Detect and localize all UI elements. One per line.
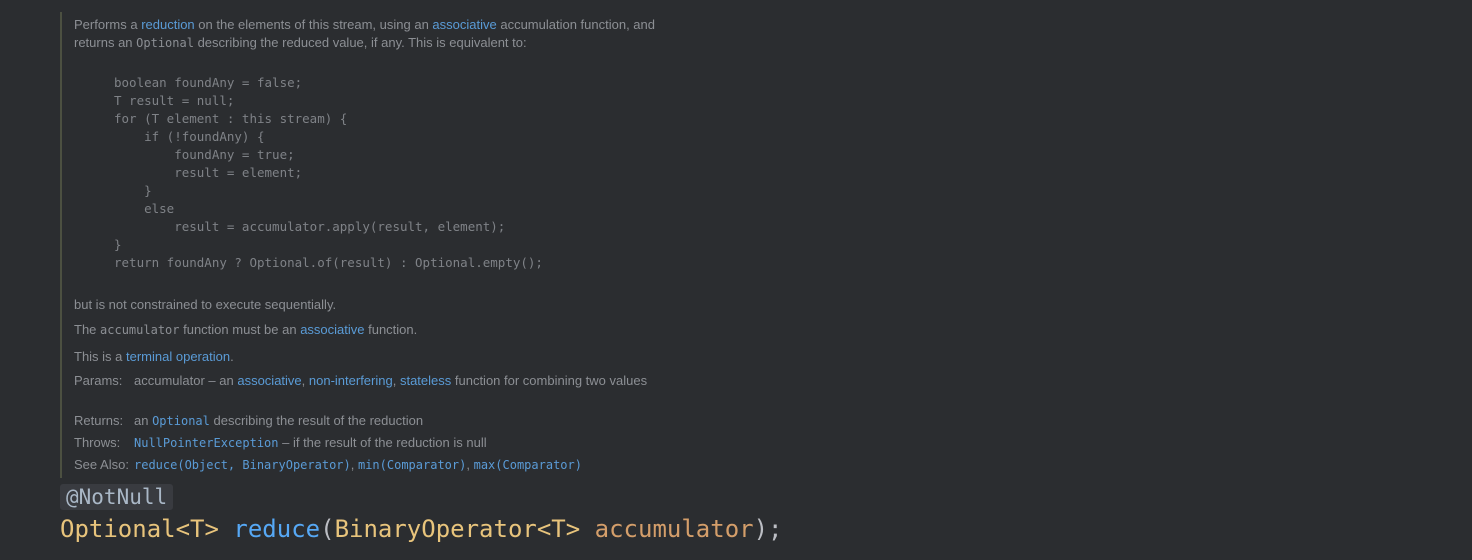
text: function for combining two values [451, 373, 648, 388]
max-comparator-link[interactable]: max(Comparator) [474, 458, 582, 472]
terminal-operation-link[interactable]: terminal operation [126, 349, 230, 364]
optional-link[interactable]: Optional [152, 414, 210, 428]
code-line: foundAny = true; [114, 147, 295, 162]
method-name[interactable]: reduce [233, 515, 320, 543]
returns-label: Returns: [74, 413, 124, 428]
associative-link[interactable]: associative [432, 17, 496, 32]
see-also-label: See Also: [74, 457, 129, 472]
javadoc-panel: Performs a reduction on the elements of … [60, 12, 680, 478]
text: on the elements of this stream, using an [194, 17, 433, 32]
method-signature: Optional<T> reduce(BinaryOperator<T> acc… [60, 512, 783, 546]
code-line: } [114, 237, 122, 252]
code-example: boolean foundAny = false; T result = nul… [114, 74, 543, 272]
terminal-note: This is a terminal operation. [74, 348, 234, 366]
code-line: result = element; [114, 165, 303, 180]
text: describing the reduced value, if any. Th… [193, 35, 527, 50]
reduce-object-link[interactable]: reduce(Object, BinaryOperator) [134, 458, 351, 472]
accumulator-note: The accumulator function must be an asso… [74, 321, 417, 339]
code-line: else [114, 201, 175, 216]
params-label: Params: [74, 373, 123, 388]
optional-code: Optional [136, 36, 194, 50]
throws-body: NullPointerException – if the result of … [134, 434, 664, 452]
separator: , [392, 373, 400, 388]
code-line: T result = null; [114, 93, 235, 108]
stateless-link[interactable]: stateless [400, 373, 451, 388]
notnull-annotation[interactable]: @NotNull [60, 484, 174, 510]
params-body: accumulator – an associative, non-interf… [134, 372, 654, 390]
text: . [230, 349, 234, 364]
separator: , [301, 373, 309, 388]
code-line: for (T element : this stream) { [114, 111, 348, 126]
text: function must be an [179, 322, 301, 337]
returns-body: an Optional describing the result of the… [134, 412, 664, 430]
text: Performs a [74, 17, 142, 32]
open-paren: ( [320, 515, 335, 543]
param-type[interactable]: BinaryOperator<T> [335, 515, 581, 543]
min-comparator-link[interactable]: min(Comparator) [358, 458, 466, 472]
text: an [134, 413, 153, 428]
code-line: boolean foundAny = false; [114, 75, 303, 90]
text: – if the result of the reduction is null [278, 435, 487, 450]
code-line: if (!foundAny) { [114, 129, 265, 144]
text: accumulator – an [134, 373, 238, 388]
separator: , [466, 457, 474, 472]
return-type[interactable]: Optional<T> [60, 515, 219, 543]
sequential-note: but is not constrained to execute sequen… [74, 297, 337, 312]
code-line: return foundAny ? Optional.of(result) : … [114, 255, 543, 270]
code-line: result = accumulator.apply(result, eleme… [114, 219, 506, 234]
throws-label: Throws: [74, 435, 121, 450]
text: describing the result of the reduction [209, 413, 424, 428]
see-also-body: reduce(Object, BinaryOperator), min(Comp… [134, 456, 664, 474]
accumulator-code: accumulator [100, 323, 180, 337]
text: The [74, 322, 101, 337]
associative-link[interactable]: associative [237, 373, 301, 388]
close-paren: ); [753, 515, 783, 543]
separator: , [350, 457, 358, 472]
text: This is a [74, 349, 127, 364]
nullpointerexception-link[interactable]: NullPointerException [134, 436, 279, 450]
code-line: } [114, 183, 152, 198]
description-paragraph: Performs a reduction on the elements of … [74, 16, 674, 52]
associative-link[interactable]: associative [300, 322, 364, 337]
text: function. [364, 322, 418, 337]
reduction-link[interactable]: reduction [141, 17, 194, 32]
param-name[interactable]: accumulator [595, 515, 754, 543]
non-interfering-link[interactable]: non-interfering [309, 373, 393, 388]
